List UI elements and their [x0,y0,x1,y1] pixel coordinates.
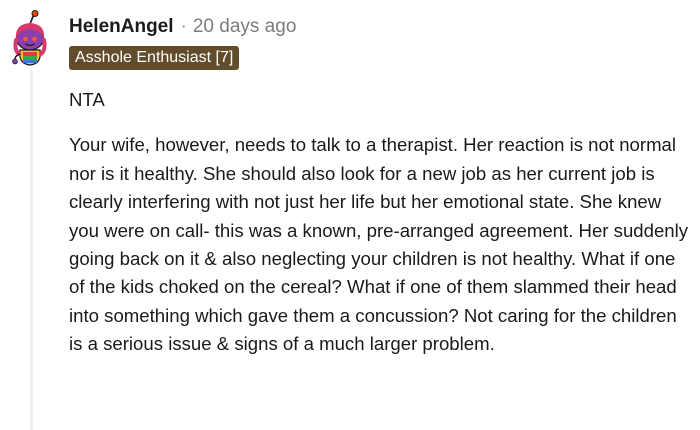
comment-thread-line[interactable] [30,70,33,430]
user-flair-badge: Asshole Enthusiast [7] [69,46,240,70]
snoo-avatar-icon [12,10,47,66]
comment-timestamp[interactable]: 20 days ago [193,16,297,38]
comment-paragraph-main: Your wife, however, needs to talk to a t… [69,134,689,355]
user-avatar[interactable] [6,10,54,66]
comment-paragraph-verdict: NTA [69,89,105,110]
comment-meta: HelenAngel · 20 days ago [69,14,296,40]
comment-body: NTA Your wife, however, needs to talk to… [69,86,689,359]
meta-separator: · [180,16,187,37]
username-link[interactable]: HelenAngel [69,16,174,38]
